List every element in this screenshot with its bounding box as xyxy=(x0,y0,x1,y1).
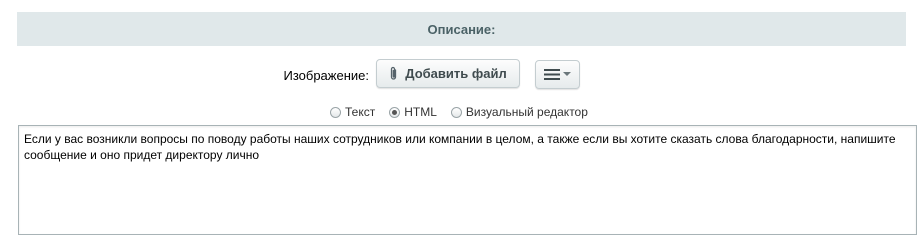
add-file-button[interactable]: Добавить файл xyxy=(376,59,520,88)
mode-visual-label: Визуальный редактор xyxy=(465,105,588,119)
section-header: Описание: xyxy=(17,12,906,46)
editor-mode-switch: Текст HTML Визуальный редактор xyxy=(330,104,602,120)
image-field-label: Изображение: xyxy=(283,68,369,83)
paperclip-icon xyxy=(391,66,397,80)
mode-text-option[interactable]: Текст xyxy=(330,105,375,119)
caret-down-icon xyxy=(563,72,571,76)
mode-visual-option[interactable]: Визуальный редактор xyxy=(450,105,588,119)
section-title: Описание: xyxy=(427,21,496,37)
description-text: Если у вас возникли вопросы по поводу ра… xyxy=(24,132,896,162)
mode-html-label: HTML xyxy=(404,105,437,119)
mode-text-label: Текст xyxy=(345,105,376,119)
mode-text-radio[interactable] xyxy=(330,106,341,118)
description-textarea[interactable]: Если у вас возникли вопросы по поводу ра… xyxy=(18,125,917,235)
add-file-label: Добавить файл xyxy=(405,66,507,81)
mode-visual-radio[interactable] xyxy=(450,106,462,118)
image-field-row: Изображение: Добавить файл xyxy=(0,59,921,91)
menu-dropdown-button[interactable] xyxy=(535,60,580,89)
hamburger-menu-icon xyxy=(544,69,560,80)
mode-html-radio[interactable] xyxy=(389,106,401,118)
mode-html-option[interactable]: HTML xyxy=(389,105,437,119)
